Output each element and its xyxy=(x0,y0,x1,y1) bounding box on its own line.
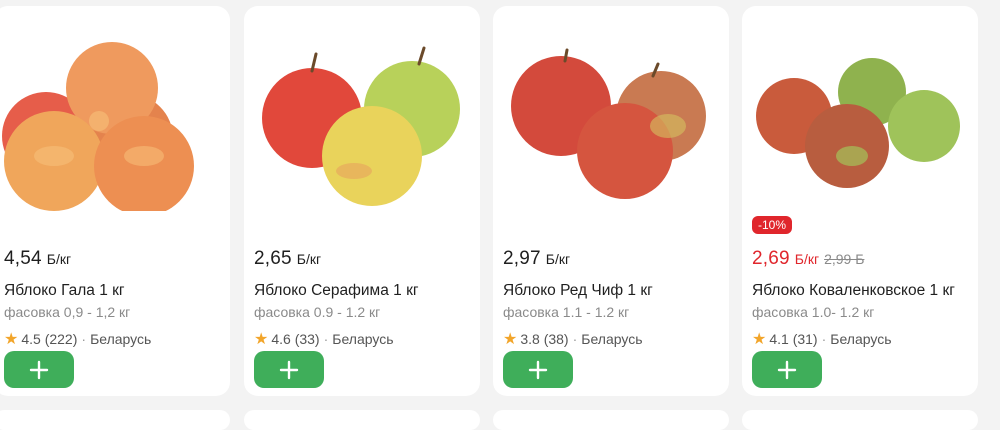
star-icon: ★ xyxy=(254,331,269,348)
price: 2,65 xyxy=(254,248,292,269)
rating-row: ★ 4.5 (222) · Беларусь xyxy=(4,329,151,349)
star-icon: ★ xyxy=(752,331,767,348)
country: Беларусь xyxy=(90,331,152,347)
product-name[interactable]: Яблоко Серафима 1 кг xyxy=(254,282,419,300)
packaging-info: фасовка 0,9 - 1,2 кг xyxy=(4,304,131,320)
price: 2,69 xyxy=(752,248,790,269)
add-to-cart-button[interactable] xyxy=(4,351,74,388)
plus-icon xyxy=(29,360,49,379)
product-name[interactable]: Яблоко Коваленковское 1 кг xyxy=(752,282,955,300)
plus-icon xyxy=(279,360,299,379)
price-row: 4,54 Б/кг xyxy=(4,248,71,270)
price-unit: Б/кг xyxy=(794,251,820,267)
separator: · xyxy=(81,331,87,347)
product-name[interactable]: Яблоко Ред Чиф 1 кг xyxy=(503,282,653,300)
packaging-info: фасовка 0.9 - 1.2 кг xyxy=(254,304,381,320)
product-card[interactable]: -10% 2,69 Б/кг 2,99 Б Яблоко Коваленковс… xyxy=(742,6,978,396)
product-card[interactable]: 2,65 Б/кг Яблоко Серафима 1 кг фасовка 0… xyxy=(244,6,480,396)
packaging-info: фасовка 1.0- 1.2 кг xyxy=(752,304,875,320)
product-image[interactable] xyxy=(742,6,978,211)
next-product-card xyxy=(244,410,480,430)
price-unit: Б/кг xyxy=(296,251,322,267)
product-name[interactable]: Яблоко Гала 1 кг xyxy=(4,282,125,300)
old-price: 2,99 Б xyxy=(824,251,865,267)
country: Беларусь xyxy=(581,331,643,347)
rating-row: ★ 3.8 (38) · Беларусь xyxy=(503,329,643,349)
product-card[interactable]: 4,54 Б/кг Яблоко Гала 1 кг фасовка 0,9 -… xyxy=(0,6,230,396)
rating-value: 4.5 (222) xyxy=(21,331,78,347)
next-product-card xyxy=(493,410,729,430)
product-card[interactable]: 2,97 Б/кг Яблоко Ред Чиф 1 кг фасовка 1.… xyxy=(493,6,729,396)
price-row: 2,65 Б/кг xyxy=(254,248,321,270)
price: 2,97 xyxy=(503,248,541,269)
next-product-card xyxy=(742,410,978,430)
next-product-card xyxy=(0,410,230,430)
price-row: 2,69 Б/кг 2,99 Б xyxy=(752,248,864,270)
discount-badge: -10% xyxy=(752,216,793,234)
price-unit: Б/кг xyxy=(46,251,72,267)
product-image[interactable] xyxy=(244,6,480,211)
product-image[interactable] xyxy=(0,6,230,211)
add-to-cart-button[interactable] xyxy=(503,351,573,388)
star-icon: ★ xyxy=(503,331,518,348)
price-unit: Б/кг xyxy=(545,251,571,267)
country: Беларусь xyxy=(830,331,892,347)
product-image[interactable] xyxy=(493,6,729,211)
star-icon: ★ xyxy=(4,331,19,348)
rating-row: ★ 4.6 (33) · Беларусь xyxy=(254,329,394,349)
separator: · xyxy=(821,331,827,347)
rating-row: ★ 4.1 (31) · Беларусь xyxy=(752,329,892,349)
plus-icon xyxy=(777,360,797,379)
separator: · xyxy=(323,331,329,347)
rating-value: 4.6 (33) xyxy=(271,331,320,347)
country: Беларусь xyxy=(332,331,394,347)
rating-value: 3.8 (38) xyxy=(520,331,569,347)
price: 4,54 xyxy=(4,248,42,269)
add-to-cart-button[interactable] xyxy=(752,351,822,388)
rating-value: 4.1 (31) xyxy=(769,331,818,347)
packaging-info: фасовка 1.1 - 1.2 кг xyxy=(503,304,630,320)
add-to-cart-button[interactable] xyxy=(254,351,324,388)
price-row: 2,97 Б/кг xyxy=(503,248,570,270)
plus-icon xyxy=(528,360,548,379)
separator: · xyxy=(572,331,578,347)
